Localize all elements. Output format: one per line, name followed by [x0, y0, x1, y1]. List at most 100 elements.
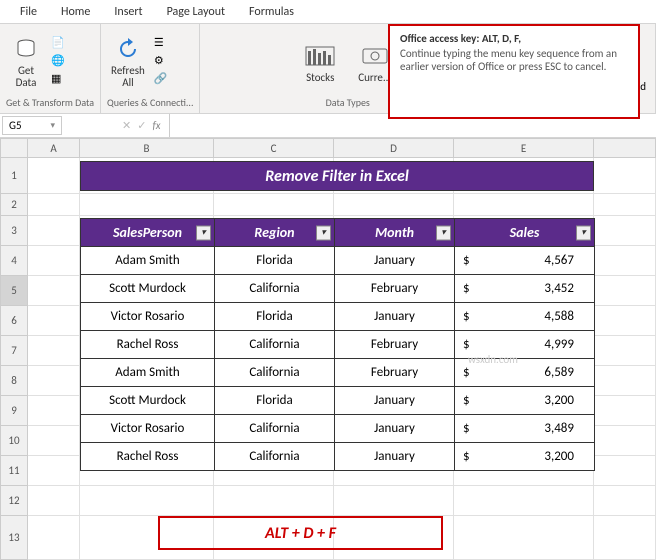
table-cell[interactable]: Rachel Ross: [81, 331, 215, 359]
cell[interactable]: [28, 216, 80, 246]
row-header[interactable]: 9: [0, 396, 28, 426]
table-cell[interactable]: January: [335, 303, 455, 331]
row-header[interactable]: 5: [0, 276, 28, 306]
table-cell[interactable]: Victor Rosario: [81, 415, 215, 443]
filter-button[interactable]: ▾: [436, 225, 451, 240]
cell[interactable]: [28, 194, 80, 216]
from-web-button[interactable]: 🌐: [48, 53, 68, 69]
table-cell[interactable]: January: [335, 443, 455, 471]
from-table-button[interactable]: ▦: [48, 71, 68, 87]
table-cell[interactable]: February: [335, 359, 455, 387]
filter-button[interactable]: ▾: [576, 225, 591, 240]
cell[interactable]: [594, 158, 656, 194]
cell[interactable]: [28, 306, 80, 336]
row-header[interactable]: 3: [0, 216, 28, 246]
col-header-c[interactable]: C: [214, 138, 334, 158]
col-header-b[interactable]: B: [80, 138, 214, 158]
from-text-button[interactable]: 📄: [48, 35, 68, 51]
row-header[interactable]: 7: [0, 336, 28, 366]
table-cell[interactable]: California: [215, 359, 335, 387]
table-cell[interactable]: California: [215, 275, 335, 303]
table-cell[interactable]: Rachel Ross: [81, 443, 215, 471]
table-cell[interactable]: January: [335, 387, 455, 415]
table-cell[interactable]: $4,588: [455, 303, 595, 331]
cell[interactable]: [28, 276, 80, 306]
cell[interactable]: [594, 246, 656, 276]
cell[interactable]: [594, 194, 656, 216]
row-header[interactable]: 11: [0, 456, 28, 486]
cell[interactable]: [594, 276, 656, 306]
cell[interactable]: [28, 396, 80, 426]
row-header[interactable]: 1: [0, 158, 28, 194]
table-cell[interactable]: January: [335, 415, 455, 443]
table-cell[interactable]: February: [335, 331, 455, 359]
cell[interactable]: [28, 516, 80, 560]
tab-home[interactable]: Home: [49, 1, 102, 23]
cell[interactable]: [28, 246, 80, 276]
cell[interactable]: [594, 516, 656, 560]
row-header[interactable]: 2: [0, 194, 28, 216]
table-cell[interactable]: Florida: [215, 303, 335, 331]
cell[interactable]: [334, 486, 454, 516]
table-cell[interactable]: $3,452: [455, 275, 595, 303]
stocks-button[interactable]: Stocks: [300, 37, 340, 86]
row-header[interactable]: 10: [0, 426, 28, 456]
table-cell[interactable]: January: [335, 247, 455, 275]
filter-button[interactable]: ▾: [316, 225, 331, 240]
confirm-icon[interactable]: ✓: [137, 119, 146, 132]
tab-page-layout[interactable]: Page Layout: [155, 1, 237, 23]
properties-button[interactable]: ⚙: [151, 53, 171, 69]
table-cell[interactable]: Adam Smith: [81, 247, 215, 275]
table-cell[interactable]: Florida: [215, 387, 335, 415]
table-cell[interactable]: Florida: [215, 247, 335, 275]
refresh-all-button[interactable]: Refresh All: [107, 31, 149, 91]
cell[interactable]: [594, 216, 656, 246]
cell[interactable]: [80, 194, 214, 216]
table-cell[interactable]: California: [215, 331, 335, 359]
row-header[interactable]: 12: [0, 486, 28, 516]
row-header[interactable]: 8: [0, 366, 28, 396]
cell[interactable]: [594, 336, 656, 366]
cell[interactable]: [28, 158, 80, 194]
col-header-e[interactable]: E: [454, 138, 594, 158]
tab-insert[interactable]: Insert: [102, 1, 154, 23]
tab-formulas[interactable]: Formulas: [237, 1, 306, 23]
queries-button[interactable]: ☰: [151, 35, 171, 51]
table-cell[interactable]: Adam Smith: [81, 359, 215, 387]
cell[interactable]: [28, 336, 80, 366]
col-header-a[interactable]: A: [28, 138, 80, 158]
row-header[interactable]: 6: [0, 306, 28, 336]
cell[interactable]: [28, 486, 80, 516]
cell[interactable]: [80, 486, 214, 516]
row-header[interactable]: 4: [0, 246, 28, 276]
cell[interactable]: [594, 486, 656, 516]
table-cell[interactable]: February: [335, 275, 455, 303]
cell[interactable]: [594, 456, 656, 486]
cell[interactable]: [28, 426, 80, 456]
table-cell[interactable]: Scott Murdock: [81, 275, 215, 303]
get-data-button[interactable]: Get Data: [6, 31, 46, 91]
cell[interactable]: [334, 194, 454, 216]
table-cell[interactable]: Scott Murdock: [81, 387, 215, 415]
col-header-extra[interactable]: [594, 138, 656, 158]
table-cell[interactable]: California: [215, 415, 335, 443]
table-cell[interactable]: $3,200: [455, 387, 595, 415]
filter-button[interactable]: ▾: [196, 225, 211, 240]
tab-file[interactable]: File: [8, 1, 49, 23]
cell[interactable]: [28, 366, 80, 396]
col-header-d[interactable]: D: [334, 138, 454, 158]
cell[interactable]: [454, 516, 594, 560]
editlinks-button[interactable]: 🔗: [151, 71, 171, 87]
table-cell[interactable]: $3,200: [455, 443, 595, 471]
table-cell[interactable]: Victor Rosario: [81, 303, 215, 331]
row-header[interactable]: 13: [0, 516, 28, 560]
cell[interactable]: [214, 194, 334, 216]
fx-icon[interactable]: fx: [152, 119, 160, 132]
cancel-icon[interactable]: ✕: [122, 119, 131, 132]
cell[interactable]: [454, 486, 594, 516]
cell[interactable]: [28, 456, 80, 486]
cell[interactable]: [454, 194, 594, 216]
select-all-corner[interactable]: [0, 138, 28, 158]
cell[interactable]: [594, 396, 656, 426]
cell[interactable]: [214, 486, 334, 516]
